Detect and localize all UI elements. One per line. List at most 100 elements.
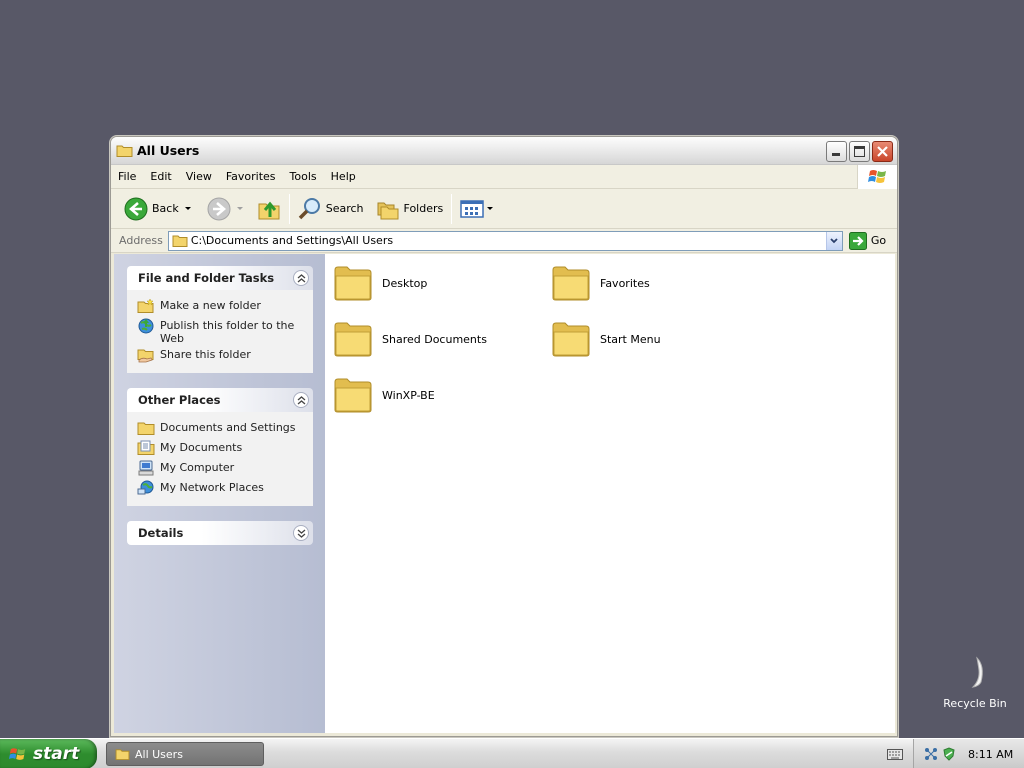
- up-folder-icon: [258, 201, 280, 219]
- close-icon: [877, 146, 888, 157]
- my-computer-icon: [138, 460, 154, 476]
- maximize-button[interactable]: [849, 141, 870, 162]
- folder-item-favorites[interactable]: Favorites: [551, 264, 650, 302]
- panel-title: Other Places: [138, 393, 221, 407]
- go-arrow-icon: [848, 231, 867, 250]
- back-button[interactable]: Back: [121, 193, 194, 225]
- folders-icon: [377, 202, 399, 219]
- folder-item-desktop[interactable]: Desktop: [333, 264, 427, 302]
- task-pane: File and Folder Tasks Make a new folder: [114, 254, 325, 733]
- menu-bar: File Edit View Favorites Tools Help: [111, 165, 897, 189]
- taskbar-window-label: All Users: [135, 747, 183, 761]
- start-button[interactable]: start: [0, 739, 97, 768]
- views-button[interactable]: [457, 193, 496, 225]
- address-input[interactable]: [190, 232, 826, 249]
- clock[interactable]: 8:11 AM: [968, 748, 1013, 761]
- panel-title: Details: [138, 526, 184, 540]
- file-folder-tasks-panel: File and Folder Tasks Make a new folder: [127, 266, 313, 373]
- minimize-button[interactable]: [826, 141, 847, 162]
- go-button[interactable]: Go: [848, 231, 887, 250]
- folder-label: WinXP-BE: [382, 388, 435, 402]
- close-button[interactable]: [872, 141, 893, 162]
- standard-toolbar: Back Search Folders: [111, 189, 897, 229]
- windows-logo: [857, 165, 897, 189]
- place-my-computer[interactable]: My Computer: [137, 458, 307, 478]
- taskbar-window-button[interactable]: All Users: [106, 742, 264, 766]
- place-documents-and-settings[interactable]: Documents and Settings: [137, 418, 307, 438]
- new-folder-icon: [137, 298, 154, 313]
- windows-flag-icon: [867, 170, 886, 183]
- start-label: start: [33, 744, 80, 764]
- folder-icon: [116, 145, 133, 157]
- other-places-panel: Other Places Documents and Settings My D…: [127, 388, 313, 506]
- windows-flag-icon: [9, 747, 26, 760]
- place-label: My Documents: [160, 441, 243, 454]
- place-label: My Network Places: [160, 481, 264, 494]
- task-label: Share this folder: [160, 348, 251, 361]
- title-bar[interactable]: All Users: [111, 137, 897, 165]
- folder-label: Shared Documents: [382, 332, 487, 346]
- toolbar-separator: [288, 193, 290, 224]
- task-share-folder[interactable]: Share this folder: [137, 345, 307, 365]
- maximize-icon: [854, 146, 865, 157]
- folder-item-shared-documents[interactable]: Shared Documents: [333, 320, 487, 358]
- folder-item-start-menu[interactable]: Start Menu: [551, 320, 661, 358]
- keyboard-icon[interactable]: [887, 747, 903, 760]
- security-shield-icon[interactable]: [942, 747, 956, 761]
- forward-dropdown-icon[interactable]: [236, 207, 243, 210]
- minimize-icon: [832, 153, 840, 156]
- details-panel: Details: [127, 521, 313, 545]
- task-publish-to-web[interactable]: Publish this folder to the Web: [137, 316, 307, 345]
- recycle-bin-icon: [971, 656, 983, 688]
- menu-file[interactable]: File: [111, 165, 143, 189]
- file-view: Desktop Favorites Shared Documents Start…: [325, 254, 895, 733]
- task-make-new-folder[interactable]: Make a new folder: [137, 296, 307, 316]
- address-field[interactable]: [167, 230, 843, 251]
- folders-button[interactable]: Folders: [373, 193, 447, 225]
- place-label: Documents and Settings: [160, 421, 296, 434]
- chevron-down-icon: [830, 237, 838, 243]
- back-label: Back: [152, 202, 179, 215]
- folder-icon: [552, 322, 590, 357]
- up-folder-button[interactable]: [254, 193, 284, 225]
- window-title: All Users: [137, 143, 200, 158]
- folder-icon: [172, 235, 188, 247]
- folder-icon: [552, 266, 590, 301]
- place-my-documents[interactable]: My Documents: [137, 438, 307, 458]
- expand-chevron-icon[interactable]: [293, 525, 309, 541]
- menu-help[interactable]: Help: [324, 165, 363, 189]
- folder-item-winxp-be[interactable]: WinXP-BE: [333, 376, 435, 414]
- system-tray: 8:11 AM: [913, 739, 1024, 768]
- address-label: Address: [119, 234, 163, 247]
- file-folder-tasks-header[interactable]: File and Folder Tasks: [127, 266, 313, 290]
- folder-label: Desktop: [382, 276, 428, 290]
- menu-favorites[interactable]: Favorites: [219, 165, 283, 189]
- other-places-header[interactable]: Other Places: [127, 388, 313, 412]
- network-icon[interactable]: [924, 747, 938, 761]
- collapse-chevron-icon[interactable]: [293, 270, 309, 286]
- recycle-bin-desktop-icon[interactable]: Recycle Bin: [940, 656, 1010, 710]
- taskbar: start All Users 8:11 AM: [0, 738, 1024, 768]
- views-dropdown-icon[interactable]: [487, 207, 494, 210]
- address-dropdown-button[interactable]: [825, 231, 842, 250]
- place-my-network-places[interactable]: My Network Places: [137, 478, 307, 498]
- menu-view[interactable]: View: [179, 165, 219, 189]
- folder-label: Favorites: [600, 276, 650, 290]
- other-places-body: Documents and Settings My Documents My C…: [127, 412, 313, 506]
- folder-label: Start Menu: [600, 332, 661, 346]
- back-dropdown-icon[interactable]: [184, 207, 191, 210]
- task-label: Publish this folder to the Web: [160, 319, 295, 345]
- details-header[interactable]: Details: [127, 521, 313, 545]
- collapse-chevron-icon[interactable]: [293, 392, 309, 408]
- address-bar: Address Go: [111, 229, 897, 253]
- network-places-icon: [137, 480, 154, 495]
- publish-web-icon: [138, 318, 154, 334]
- forward-button[interactable]: [204, 193, 246, 225]
- go-label: Go: [870, 234, 887, 247]
- search-button[interactable]: Search: [295, 193, 367, 225]
- menu-tools[interactable]: Tools: [283, 165, 324, 189]
- search-icon: [298, 197, 320, 219]
- folder-icon: [334, 266, 372, 301]
- menu-edit[interactable]: Edit: [143, 165, 178, 189]
- folder-icon: [137, 422, 155, 435]
